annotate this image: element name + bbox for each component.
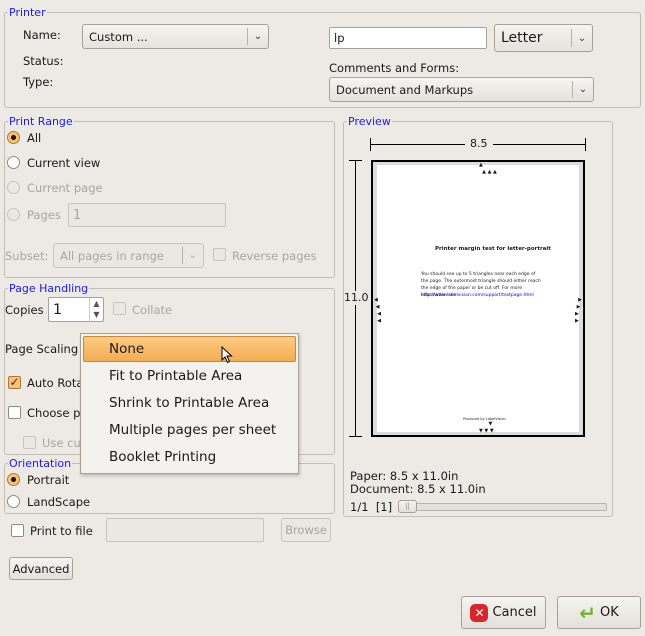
page-slider-handle[interactable]: || (398, 500, 417, 513)
radio-all-label: All (27, 131, 42, 145)
advanced-label: Advanced (12, 561, 70, 576)
menu-item-fit-to-printable-area[interactable]: Fit to Printable Area (83, 363, 296, 389)
printer-group-title: Printer (8, 6, 47, 19)
cancel-label: Cancel (492, 605, 537, 620)
advanced-button[interactable]: Advanced (9, 557, 73, 580)
page-scaling-menu: None Fit to Printable Area Shrink to Pri… (80, 333, 299, 474)
paper-size-combo[interactable]: Letter ⌄ (494, 24, 593, 52)
enter-arrow-icon: ↵ (579, 600, 596, 625)
choose-paper-checkbox[interactable] (8, 406, 21, 419)
mouse-pointer-icon (221, 346, 233, 364)
comments-combo[interactable]: Document and Markups ⌄ (329, 77, 594, 102)
page-heading: Printer margin test for letter-portrait (435, 246, 551, 252)
status-label: Status: (23, 54, 64, 68)
radio-landscape-label: LandScape (27, 495, 91, 509)
document-size-info: Document: 8.5 x 11.0in (350, 482, 486, 496)
right-triangles-icon: ▶ ▶ ▶ ▶ (574, 297, 582, 324)
page-handling-title: Page Handling (8, 282, 90, 295)
file-path-input[interactable] (106, 518, 264, 542)
bottom-triangles-icon: ▼ ▼ ▼ ▼ (479, 421, 494, 434)
radio-portrait-label: Portrait (27, 473, 70, 487)
height-label: 11.0 (344, 291, 369, 305)
chevron-down-icon: ⌄ (578, 84, 588, 95)
comments-value: Document and Markups (336, 82, 474, 97)
menu-item-multiple-pages-per-sheet[interactable]: Multiple pages per sheet (83, 417, 296, 443)
height-top-tick (349, 160, 362, 161)
auto-rotate-checkbox[interactable]: ✓ (8, 376, 21, 389)
left-triangles-icon: ◀ ◀ ◀ ◀ (374, 297, 382, 324)
printer-name-combo[interactable]: Custom ... ⌄ (82, 24, 269, 49)
spin-up-down-icon[interactable]: ▲ ▼ (89, 298, 103, 321)
radio-current-page-label: Current page (27, 181, 103, 195)
collate-checkbox[interactable] (113, 302, 126, 315)
comments-label: Comments and Forms: (329, 61, 460, 75)
name-label: Name: (23, 28, 61, 42)
radio-current-page[interactable] (7, 181, 20, 194)
paper-size-info: Paper: 8.5 x 11.0in (350, 469, 459, 483)
subset-label: Subset: (5, 249, 49, 263)
print-range-title: Print Range (8, 115, 74, 128)
reverse-pages-label: Reverse pages (232, 249, 317, 263)
printer-name-value: Custom ... (89, 29, 148, 44)
radio-landscape[interactable] (7, 495, 20, 508)
reverse-pages-checkbox[interactable] (213, 248, 226, 261)
pages-value: 1 (73, 207, 82, 223)
chevron-down-icon: ⌄ (577, 32, 587, 44)
auto-rotate-label: Auto Rota (27, 376, 84, 390)
page-link: http://www.labelvision.com/support/testp… (421, 293, 534, 298)
width-right-tick (585, 138, 586, 151)
subset-combo[interactable]: All pages in range ⌄ (53, 243, 204, 268)
chevron-down-icon: ⌄ (188, 250, 198, 261)
print-to-file-label: Print to file (30, 524, 93, 538)
browse-button[interactable]: Browse (281, 518, 331, 542)
use-custom-checkbox[interactable] (23, 436, 36, 449)
width-label: 8.5 (465, 137, 493, 151)
orientation-title: Orientation (8, 457, 73, 470)
cancel-icon: ✕ (470, 603, 489, 622)
menu-item-shrink-to-printable-area[interactable]: Shrink to Printable Area (83, 390, 296, 416)
ok-button[interactable]: ↵ OK (557, 596, 641, 629)
subset-value: All pages in range (60, 248, 164, 263)
radio-current-view-label: Current view (27, 156, 101, 170)
browse-label: Browse (285, 523, 327, 537)
page-counter: 1/1 [1] (350, 500, 393, 514)
radio-current-view[interactable] (7, 156, 20, 169)
top-triangles-icon: ▲ ▲ ▲ ▲ (479, 162, 497, 175)
paper-size-value: Letter (501, 30, 543, 46)
ok-label: OK (600, 605, 619, 620)
page-scaling-label: Page Scaling (5, 342, 79, 356)
preview-page: Printer margin test for letter-portrait … (371, 160, 585, 437)
choose-paper-label: Choose pa (27, 406, 88, 420)
copies-value: 1 (53, 301, 62, 318)
print-to-file-checkbox[interactable] (11, 524, 24, 537)
width-left-tick (370, 138, 371, 151)
collate-label: Collate (132, 303, 173, 317)
preview-title: Preview (347, 115, 392, 128)
copies-label: Copies (5, 303, 44, 317)
command-input[interactable]: lp (329, 27, 487, 49)
command-value: lp (334, 31, 345, 45)
menu-item-booklet-printing[interactable]: Booklet Printing (83, 444, 296, 470)
printable-area: Printer margin test for letter-portrait … (374, 162, 582, 434)
radio-portrait[interactable] (7, 473, 20, 486)
chevron-down-icon: ⌄ (253, 31, 263, 42)
use-custom-label: Use cu (42, 436, 81, 450)
page-slider-trough[interactable] (398, 503, 607, 511)
menu-item-none[interactable]: None (83, 336, 296, 362)
copies-spinbutton[interactable]: 1 ▲ ▼ (48, 297, 104, 322)
radio-all[interactable] (7, 131, 20, 144)
radio-pages[interactable] (7, 208, 20, 221)
pages-input[interactable]: 1 (68, 203, 226, 227)
type-label: Type: (23, 75, 54, 89)
height-bottom-tick (349, 436, 362, 437)
cancel-button[interactable]: ✕ Cancel (461, 596, 546, 629)
radio-pages-label: Pages (27, 208, 61, 222)
